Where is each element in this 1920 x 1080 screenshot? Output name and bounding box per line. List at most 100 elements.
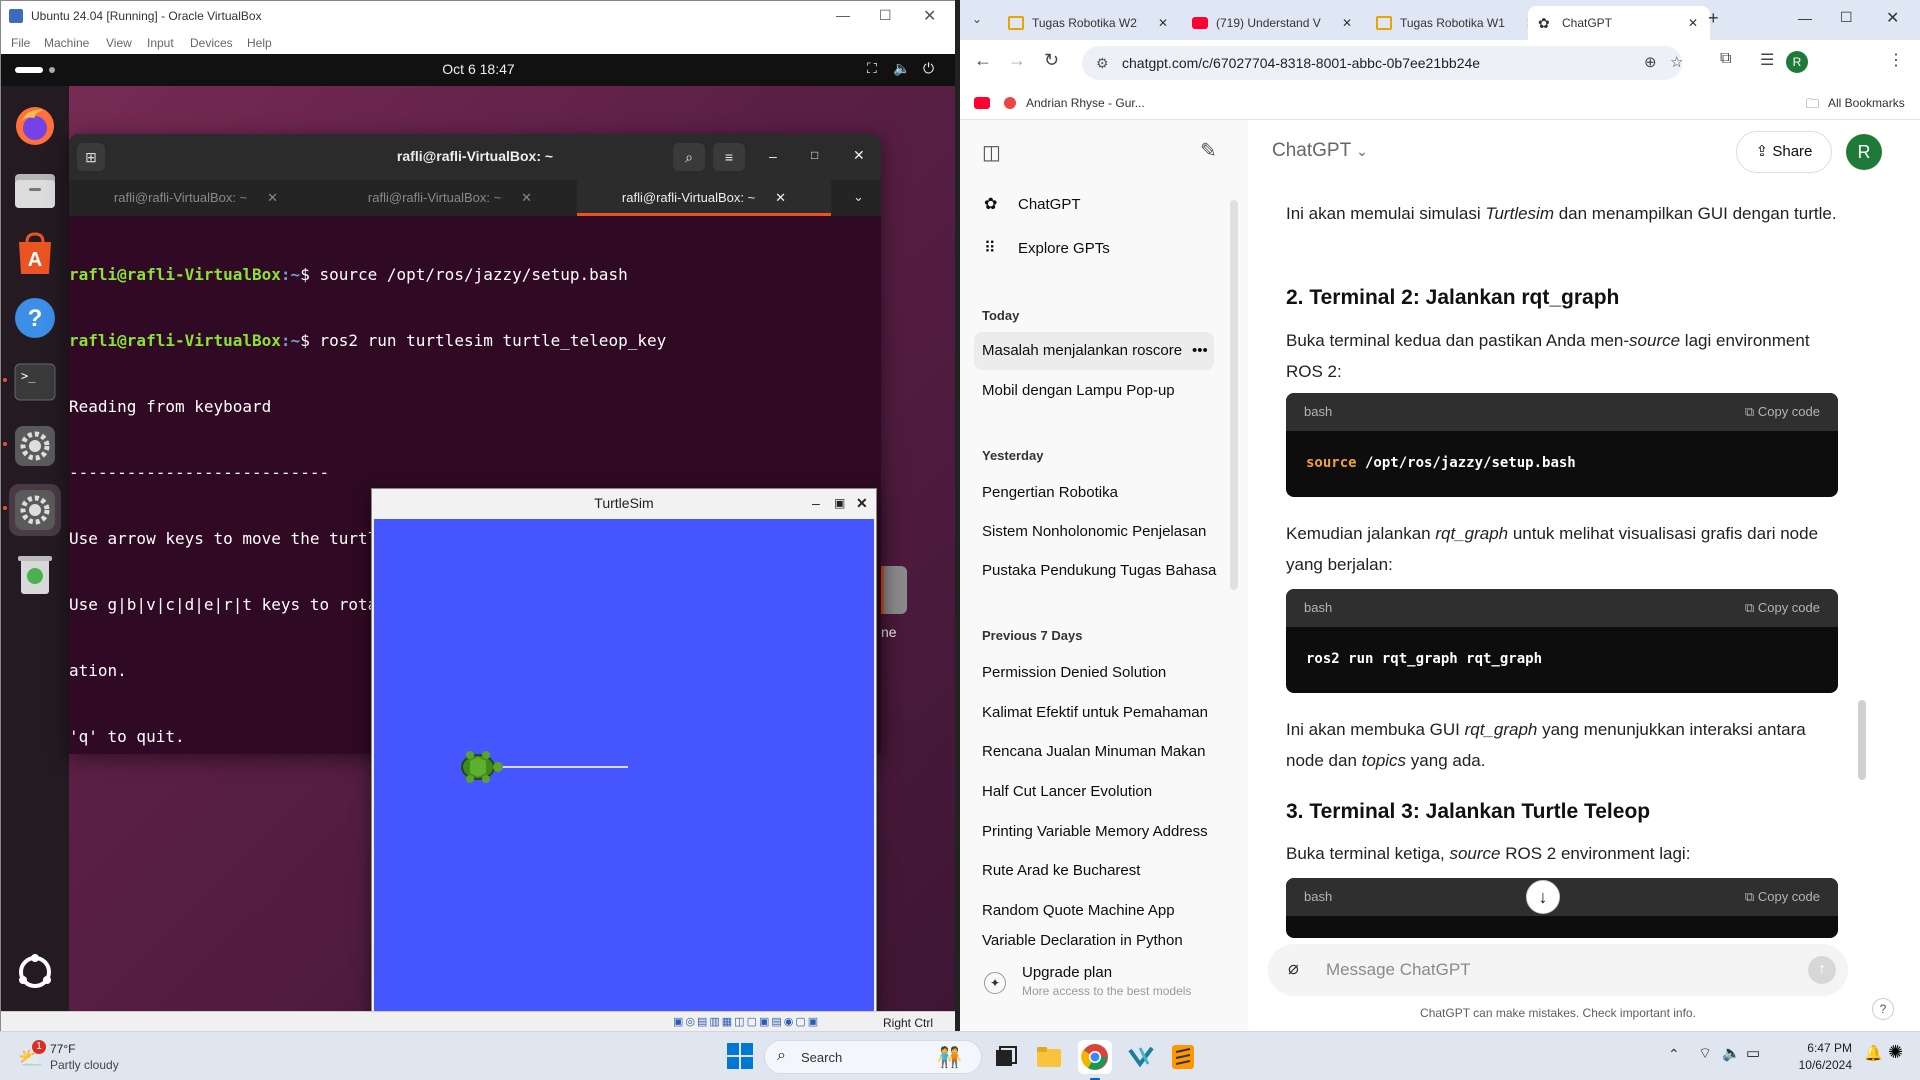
bookmark-link[interactable]: Andrian Rhyse - Gur...: [1026, 96, 1145, 110]
minimize-icon[interactable]: –: [812, 489, 820, 517]
maximize-icon[interactable]: ☐: [1840, 9, 1853, 26]
copy-code-button[interactable]: ⧉ Copy code: [1745, 393, 1820, 431]
chevron-up-icon[interactable]: ⌃: [1668, 1046, 1680, 1063]
close-icon[interactable]: ✕: [1886, 8, 1899, 28]
copilot-icon[interactable]: ✺: [1888, 1042, 1903, 1063]
menu-machine[interactable]: Machine: [44, 36, 89, 50]
tab-search-icon[interactable]: ⌄: [972, 12, 982, 26]
weather-widget[interactable]: ⛅ 1 77°F Partly cloudy: [14, 1038, 154, 1076]
history-item[interactable]: Printing Variable Memory Address: [982, 813, 1226, 851]
sublime-text-icon[interactable]: [1166, 1040, 1200, 1074]
history-item[interactable]: Sistem Nonholonomic Penjelasan: [982, 513, 1226, 551]
settings-icon[interactable]: [9, 420, 61, 472]
clock-time[interactable]: 6:47 PM: [1786, 1041, 1852, 1055]
history-item[interactable]: Half Cut Lancer Evolution: [982, 773, 1226, 811]
share-button[interactable]: ⇪ Share: [1736, 131, 1832, 173]
copy-code-button[interactable]: ⧉ Copy code: [1745, 878, 1820, 916]
back-icon[interactable]: ←: [974, 50, 992, 71]
history-item[interactable]: Kalimat Efektif untuk Pemahaman: [982, 694, 1226, 732]
close-icon[interactable]: ✕: [1158, 6, 1168, 40]
model-selector[interactable]: ChatGPT ⌄: [1272, 140, 1368, 162]
task-view-icon[interactable]: [988, 1040, 1022, 1074]
history-item-active[interactable]: Masalah menjalankan roscore •••: [974, 332, 1214, 370]
browser-tab-active[interactable]: ✿ ChatGPT ✕: [1528, 6, 1710, 40]
chrome-menu-icon[interactable]: ⋮: [1888, 50, 1904, 70]
terminal-tab[interactable]: rafli@rafli-VirtualBox: ~ ✕: [323, 180, 577, 216]
history-item[interactable]: Pengertian Robotika: [982, 474, 1226, 512]
terminal-tab-active[interactable]: rafli@rafli-VirtualBox: ~ ✕: [577, 180, 831, 216]
user-avatar[interactable]: R: [1846, 134, 1882, 170]
taskbar-search[interactable]: ⌕ Search 🧑‍🤝‍🧑: [764, 1040, 982, 1074]
site-info-icon[interactable]: ⚙: [1096, 46, 1109, 80]
minimize-icon[interactable]: –: [769, 148, 777, 164]
reading-list-icon[interactable]: ☰: [1760, 50, 1774, 70]
upgrade-plan[interactable]: ✦ Upgrade plan More access to the best m…: [960, 954, 1248, 1031]
close-icon[interactable]: ✕: [923, 6, 936, 26]
network-icon[interactable]: ⛶: [867, 60, 877, 77]
chevron-down-icon[interactable]: ⌄: [853, 189, 864, 205]
help-button[interactable]: ?: [1872, 998, 1894, 1020]
nav-chatgpt[interactable]: ✿ ChatGPT: [982, 186, 1226, 224]
minimize-icon[interactable]: —: [1798, 10, 1812, 26]
battery-icon[interactable]: ▭: [1746, 1044, 1760, 1062]
forward-icon[interactable]: →: [1008, 50, 1026, 71]
copy-code-button[interactable]: ⧉ Copy code: [1745, 589, 1820, 627]
history-item[interactable]: Mobil dengan Lampu Pop-up: [982, 372, 1226, 410]
history-item[interactable]: Rute Arad ke Bucharest: [982, 852, 1226, 890]
bookmark-star-icon[interactable]: ☆: [1670, 46, 1683, 80]
close-icon[interactable]: ✕: [521, 190, 532, 205]
files-icon[interactable]: [9, 164, 61, 216]
vbox-status-icons[interactable]: ▣◎▤▥▦◫▢▣▤◉▢▣: [673, 1015, 820, 1028]
zoom-icon[interactable]: ⊕: [1644, 46, 1657, 80]
close-icon[interactable]: ✕: [856, 489, 868, 517]
history-item[interactable]: Pustaka Pendukung Tugas Bahasa: [982, 552, 1226, 590]
history-item[interactable]: Variable Declaration in Python: [982, 930, 1226, 952]
chrome-taskbar-icon[interactable]: [1078, 1040, 1112, 1080]
profile-avatar[interactable]: R: [1786, 51, 1808, 73]
nav-explore-gpts[interactable]: ⠿ Explore GPTs: [982, 230, 1226, 268]
extensions-icon[interactable]: ⧉: [1720, 50, 1731, 68]
browser-tab[interactable]: Tugas Robotika W1 ✕: [1366, 6, 1548, 40]
scroll-down-button[interactable]: ↓: [1526, 880, 1560, 914]
hamburger-menu-icon[interactable]: ≡: [713, 143, 745, 171]
chat-scrollbar[interactable]: [1858, 700, 1866, 780]
help-icon[interactable]: ?: [9, 292, 61, 344]
terminal-tab[interactable]: rafli@rafli-VirtualBox: ~ ✕: [69, 180, 323, 216]
volume-icon[interactable]: 🔈: [893, 60, 910, 77]
menu-view[interactable]: View: [106, 36, 132, 50]
firefox-icon[interactable]: [9, 100, 61, 152]
sidebar-toggle-icon[interactable]: ◫: [982, 140, 1001, 165]
browser-tab[interactable]: (719) Understand V ✕: [1182, 6, 1364, 40]
date-time[interactable]: Oct 6 18:47: [1, 61, 956, 77]
trash-icon[interactable]: [9, 548, 61, 600]
wifi-icon[interactable]: ⌔: [1698, 1044, 1712, 1063]
menu-devices[interactable]: Devices: [190, 36, 233, 50]
settings-icon[interactable]: [9, 484, 61, 536]
maximize-icon[interactable]: □: [811, 148, 818, 162]
menu-input[interactable]: Input: [147, 36, 174, 50]
menu-help[interactable]: Help: [247, 36, 272, 50]
address-bar[interactable]: ⚙ chatgpt.com/c/67027704-8318-8001-abbc-…: [1082, 46, 1683, 80]
reload-icon[interactable]: ↻: [1044, 50, 1059, 71]
maximize-icon[interactable]: ☐: [879, 7, 892, 24]
app-center-icon[interactable]: A: [9, 228, 61, 280]
send-button[interactable]: ↑: [1808, 956, 1836, 984]
volume-icon[interactable]: 🔈: [1722, 1044, 1741, 1062]
terminal-icon[interactable]: >_: [9, 356, 61, 408]
message-input[interactable]: ⌀ Message ChatGPT ↑: [1268, 944, 1848, 996]
show-apps-icon[interactable]: [9, 946, 61, 998]
history-item[interactable]: Permission Denied Solution: [982, 654, 1226, 692]
history-item[interactable]: Random Quote Machine App: [982, 892, 1226, 930]
more-options-icon[interactable]: •••: [1188, 332, 1208, 370]
file-explorer-icon[interactable]: [1032, 1040, 1066, 1074]
power-icon[interactable]: ⏻: [923, 60, 934, 77]
close-icon[interactable]: ✕: [853, 147, 865, 164]
minimize-icon[interactable]: —: [836, 7, 850, 23]
sidebar-scrollbar[interactable]: [1230, 200, 1238, 590]
start-icon[interactable]: [726, 1042, 754, 1070]
youtube-bookmark-icon[interactable]: [974, 97, 990, 109]
notification-bell-icon[interactable]: 🔔: [1864, 1044, 1883, 1062]
new-tab-icon[interactable]: +: [1708, 8, 1719, 29]
vscode-icon[interactable]: [1124, 1040, 1158, 1074]
search-icon[interactable]: ⌕: [673, 143, 705, 171]
